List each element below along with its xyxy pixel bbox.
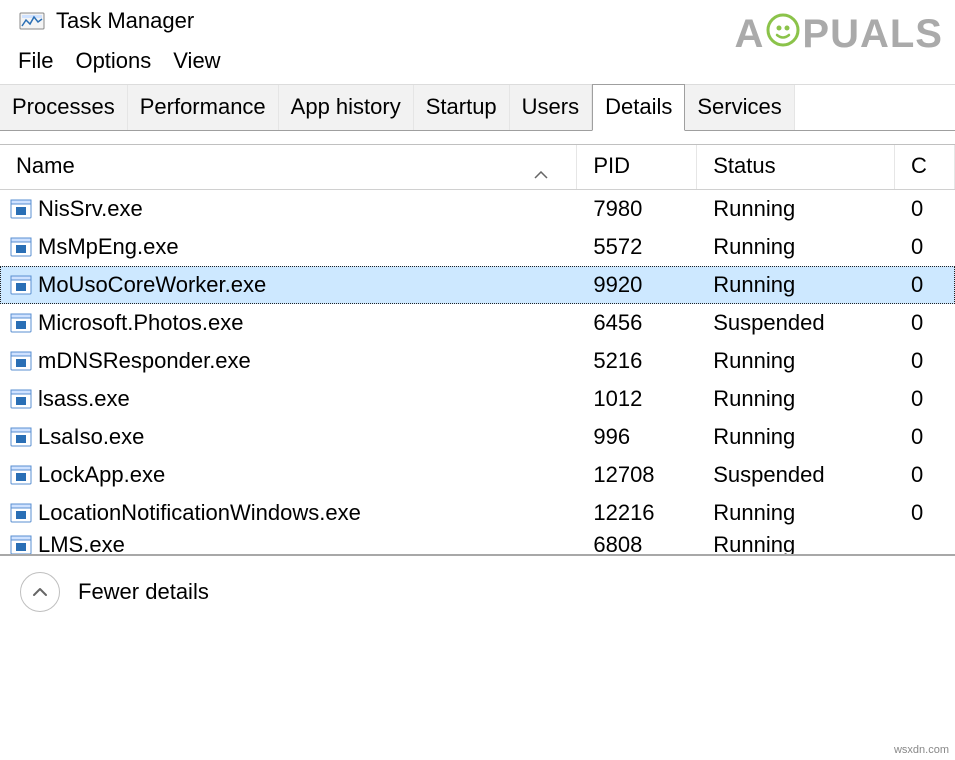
tab-services[interactable]: Services — [685, 85, 794, 130]
table-row[interactable]: LsaIso.exe 996Running0 — [0, 418, 955, 456]
menu-options[interactable]: Options — [75, 48, 151, 74]
process-name: lsass.exe — [38, 386, 130, 412]
process-status: Suspended — [697, 462, 895, 488]
table-row[interactable]: MsMpEng.exe 5572Running0 — [0, 228, 955, 266]
process-name: LsaIso.exe — [38, 424, 144, 450]
process-icon — [10, 274, 32, 296]
fewer-details-button[interactable] — [20, 572, 60, 612]
watermark-logo: A PUALS — [735, 12, 943, 57]
process-status: Running — [697, 196, 895, 222]
process-status: Running — [697, 532, 895, 554]
table-row[interactable]: LocationNotificationWindows.exe 12216Runn… — [0, 494, 955, 532]
process-c4: 0 — [895, 196, 955, 222]
process-status: Running — [697, 386, 895, 412]
app-icon — [18, 10, 46, 32]
tab-app-history[interactable]: App history — [279, 85, 414, 130]
tab-processes[interactable]: Processes — [0, 85, 128, 130]
process-pid: 7980 — [577, 196, 697, 222]
tab-performance[interactable]: Performance — [128, 85, 279, 130]
table-row[interactable]: lsass.exe 1012Running0 — [0, 380, 955, 418]
details-table: Name PID Status C NisSrv.exe7980Running0… — [0, 145, 955, 554]
column-name[interactable]: Name — [0, 145, 577, 189]
fewer-details-label: Fewer details — [78, 579, 209, 605]
menu-file[interactable]: File — [18, 48, 53, 74]
process-status: Running — [697, 272, 895, 298]
table-body: NisSrv.exe7980Running0 MsMpEng.exe5572Ru… — [0, 190, 955, 554]
column-headers: Name PID Status C — [0, 145, 955, 190]
process-icon — [10, 502, 32, 524]
process-name: NisSrv.exe — [38, 196, 143, 222]
process-pid: 9920 — [577, 272, 697, 298]
process-name: LocationNotificationWindows.exe — [38, 500, 361, 526]
process-icon — [10, 388, 32, 410]
sort-indicator-icon — [534, 159, 548, 185]
process-status: Running — [697, 348, 895, 374]
process-c4: 0 — [895, 272, 955, 298]
process-pid: 5216 — [577, 348, 697, 374]
process-c4: 0 — [895, 424, 955, 450]
process-status: Running — [697, 500, 895, 526]
process-pid: 12708 — [577, 462, 697, 488]
table-row[interactable]: mDNSResponder.exe 5216Running0 — [0, 342, 955, 380]
process-name: Microsoft.Photos.exe — [38, 310, 243, 336]
column-pid[interactable]: PID — [577, 145, 697, 189]
process-c4: 0 — [895, 348, 955, 374]
process-pid: 5572 — [577, 234, 697, 260]
process-c4: 0 — [895, 310, 955, 336]
process-icon — [10, 236, 32, 258]
process-name: LockApp.exe — [38, 462, 165, 488]
process-c4: 0 — [895, 462, 955, 488]
process-pid: 12216 — [577, 500, 697, 526]
column-status[interactable]: Status — [697, 145, 895, 189]
table-row[interactable]: MoUsoCoreWorker.exe 9920Running0 — [0, 266, 955, 304]
process-icon — [10, 464, 32, 486]
process-status: Suspended — [697, 310, 895, 336]
tab-startup[interactable]: Startup — [414, 85, 510, 130]
process-name: mDNSResponder.exe — [38, 348, 251, 374]
process-icon — [10, 312, 32, 334]
process-pid: 6456 — [577, 310, 697, 336]
table-row[interactable]: Microsoft.Photos.exe 6456Suspended0 — [0, 304, 955, 342]
tab-details[interactable]: Details — [592, 84, 685, 131]
process-icon — [10, 534, 32, 554]
tab-bar: Processes Performance App history Startu… — [0, 84, 955, 131]
process-pid: 996 — [577, 424, 697, 450]
process-name: MoUsoCoreWorker.exe — [38, 272, 266, 298]
process-icon — [10, 198, 32, 220]
tab-content-gap — [0, 131, 955, 145]
table-row[interactable]: LockApp.exe 12708Suspended0 — [0, 456, 955, 494]
watermark-icon — [766, 12, 800, 57]
process-icon — [10, 426, 32, 448]
window-title: Task Manager — [56, 8, 194, 34]
tab-users[interactable]: Users — [510, 85, 592, 130]
table-row[interactable]: NisSrv.exe 7980Running0 — [0, 190, 955, 228]
process-status: Running — [697, 234, 895, 260]
process-status: Running — [697, 424, 895, 450]
process-icon — [10, 350, 32, 372]
process-c4: 0 — [895, 234, 955, 260]
process-name: LMS.exe — [38, 532, 125, 554]
footer: Fewer details — [0, 556, 955, 628]
menu-view[interactable]: View — [173, 48, 220, 74]
process-name: MsMpEng.exe — [38, 234, 179, 260]
process-pid: 6808 — [577, 532, 697, 554]
table-row[interactable]: LMS.exe 6808Running — [0, 532, 955, 554]
process-pid: 1012 — [577, 386, 697, 412]
attribution: wsxdn.com — [894, 744, 949, 756]
chevron-up-icon — [32, 587, 48, 597]
process-c4: 0 — [895, 386, 955, 412]
column-extra[interactable]: C — [895, 145, 955, 189]
process-c4: 0 — [895, 500, 955, 526]
